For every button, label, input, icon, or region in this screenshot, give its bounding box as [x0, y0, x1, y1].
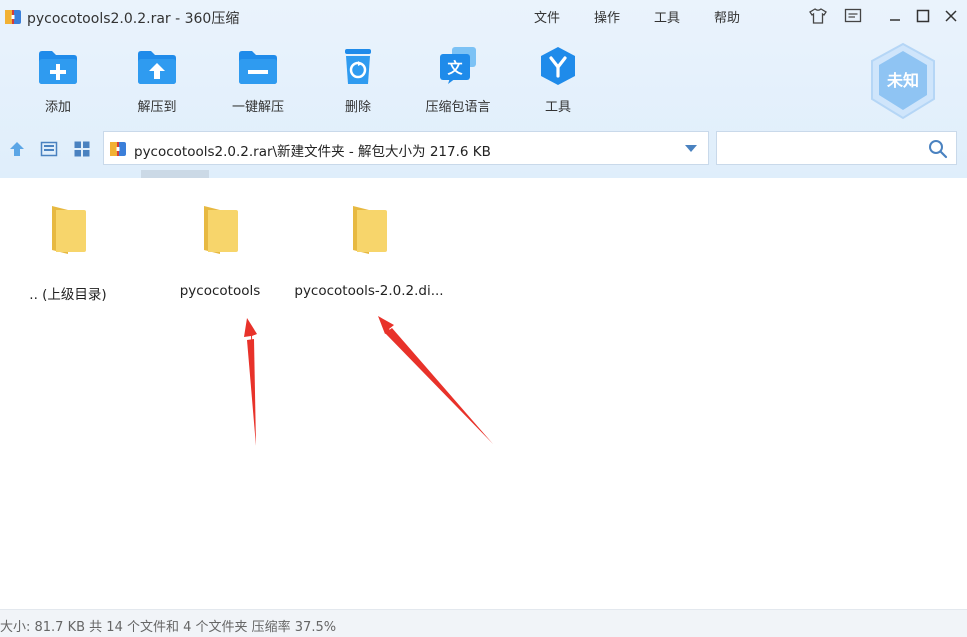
- menu-file[interactable]: 文件: [534, 7, 560, 26]
- svg-text:文: 文: [447, 59, 463, 77]
- folder-icon: [353, 206, 387, 254]
- tshirt-icon: [809, 8, 827, 24]
- app-window: pycocotools2.0.2.rar - 360压缩 文件 操作 工具 帮助: [0, 0, 967, 637]
- scroll-indicator: [141, 170, 209, 178]
- search-input[interactable]: [723, 136, 923, 162]
- zip-archive-icon: [5, 10, 21, 24]
- status-bar: 大小: 81.7 KB 共 14 个文件和 4 个文件夹 压缩率 37.5%: [0, 609, 967, 637]
- add-label: 添加: [44, 100, 71, 115]
- one-click-extract-label: 一键解压: [231, 100, 284, 115]
- tools-label: 工具: [544, 100, 571, 115]
- search-box[interactable]: [716, 131, 957, 165]
- file-name: .. (上级目录): [29, 287, 107, 303]
- arrow-up-icon: [10, 142, 24, 156]
- file-item-pycocotools[interactable]: pycocotools: [145, 200, 295, 310]
- archive-language-button[interactable]: 文 压缩包语言: [418, 44, 498, 118]
- language-icon: 文: [440, 47, 476, 84]
- annotation-arrow-left: [244, 318, 257, 446]
- menu-tools[interactable]: 工具: [654, 7, 680, 26]
- folder-icon: [204, 206, 238, 254]
- file-item-pycocotools-dist[interactable]: pycocotools-2.0.2.di...: [294, 200, 444, 310]
- window-title: pycocotools2.0.2.rar - 360压缩: [27, 11, 240, 27]
- top-chrome: pycocotools2.0.2.rar - 360压缩 文件 操作 工具 帮助: [0, 0, 967, 178]
- recycle-bin-icon: [345, 49, 371, 84]
- close-icon: [945, 10, 957, 22]
- extract-to-label: 解压到: [137, 100, 177, 115]
- file-item-parent-dir[interactable]: .. (上级目录): [0, 200, 143, 310]
- grid-view-icon: [74, 141, 90, 157]
- badge-text: 未知: [886, 71, 919, 90]
- tools-icon: [541, 47, 575, 85]
- details-view-button[interactable]: [38, 138, 60, 160]
- zip-archive-icon: [110, 142, 126, 156]
- list-view-icon: [40, 141, 58, 157]
- feedback-button[interactable]: [842, 5, 864, 27]
- archive-language-label: 压缩包语言: [425, 100, 491, 115]
- one-click-extract-icon: [239, 51, 277, 84]
- skin-button[interactable]: [807, 5, 829, 27]
- extract-to-icon: [138, 51, 176, 84]
- address-path: pycocotools2.0.2.rar\新建文件夹 - 解包大小为 217.6…: [134, 144, 491, 160]
- tools-button[interactable]: 工具: [518, 44, 598, 118]
- annotation-arrow-right: [378, 316, 493, 444]
- file-name: pycocotools: [179, 283, 261, 299]
- delete-label: 删除: [344, 100, 371, 115]
- message-icon: [844, 8, 862, 23]
- extract-to-button[interactable]: 解压到: [117, 44, 197, 118]
- search-icon[interactable]: [928, 139, 948, 159]
- minimize-icon: [890, 19, 900, 21]
- menu-help[interactable]: 帮助: [714, 7, 740, 26]
- one-click-extract-button[interactable]: 一键解压: [218, 44, 298, 118]
- minimize-button[interactable]: [884, 5, 906, 27]
- unknown-badge[interactable]: 未知: [869, 42, 937, 120]
- maximize-button[interactable]: [912, 5, 934, 27]
- maximize-icon: [916, 9, 930, 23]
- status-text: 大小: 81.7 KB 共 14 个文件和 4 个文件夹 压缩率 37.5%: [0, 620, 337, 635]
- chevron-down-icon[interactable]: [684, 144, 698, 153]
- menu-operate[interactable]: 操作: [594, 7, 620, 26]
- icon-view-button[interactable]: [71, 138, 93, 160]
- delete-button[interactable]: 删除: [318, 44, 398, 118]
- folder-icon: [52, 206, 86, 254]
- title-bar: pycocotools2.0.2.rar - 360压缩 文件 操作 工具 帮助: [0, 0, 967, 34]
- close-button[interactable]: [940, 5, 962, 27]
- address-bar[interactable]: pycocotools2.0.2.rar\新建文件夹 - 解包大小为 217.6…: [103, 131, 709, 165]
- add-button[interactable]: 添加: [18, 44, 98, 118]
- file-name: pycocotools-2.0.2.di...: [294, 283, 444, 299]
- up-level-button[interactable]: [6, 138, 28, 160]
- add-folder-icon: [39, 51, 77, 84]
